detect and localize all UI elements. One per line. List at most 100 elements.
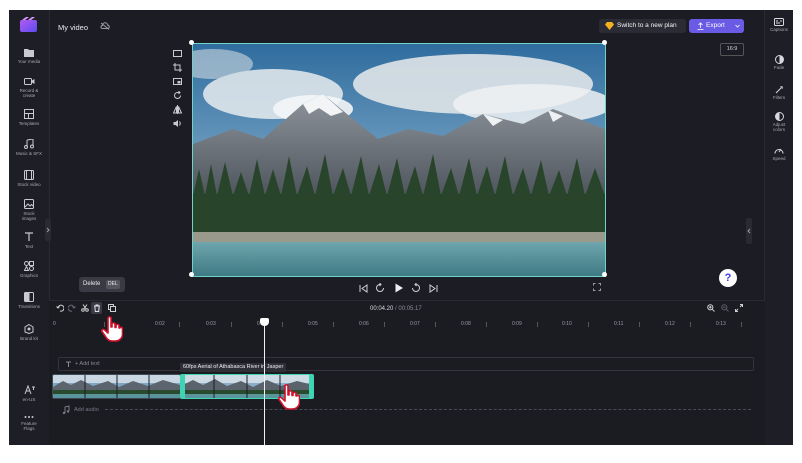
sidebar-item-label: Music & SFX xyxy=(15,151,42,156)
tick-label: 0 xyxy=(53,321,56,327)
sidebar-item-adjust-colors[interactable]: Adjust colors xyxy=(765,112,793,132)
timecode: 00:04.20 / 00:05.17 xyxy=(370,306,422,312)
add-text-label: + Add text xyxy=(75,361,100,367)
sidebar-item-fade[interactable]: Fade xyxy=(765,55,793,70)
sidebar-item-label: Transitions xyxy=(18,304,40,309)
video-editor-window: Your media Record & create Templates Mus… xyxy=(9,10,793,445)
volume-tool[interactable] xyxy=(173,115,183,127)
clip-trim-handle-left[interactable] xyxy=(181,375,185,398)
sidebar-item-text[interactable]: Text xyxy=(9,232,49,249)
hand-cursor-icon xyxy=(101,316,123,342)
sidebar-item-speed[interactable]: Speed xyxy=(765,146,793,161)
video-clip-1[interactable] xyxy=(52,374,181,399)
sidebar-item-filters[interactable]: Filters xyxy=(765,85,793,100)
tick-mark xyxy=(333,322,334,327)
crop-tool[interactable] xyxy=(173,59,183,72)
delete-tooltip: Delete DEL xyxy=(79,277,125,292)
resize-handle-bl[interactable] xyxy=(189,272,194,277)
duplicate-icon[interactable] xyxy=(108,304,116,312)
collapse-right-panel-button[interactable] xyxy=(746,218,752,244)
export-label: Export xyxy=(706,22,725,29)
resize-handle-br[interactable] xyxy=(602,272,607,277)
export-button[interactable]: Export xyxy=(689,19,744,33)
sidebar-item-label: Stock images xyxy=(21,211,37,221)
flip-tool[interactable] xyxy=(172,101,183,114)
resize-handle-tr[interactable] xyxy=(602,40,607,45)
forward-button[interactable] xyxy=(411,280,421,298)
tick-mark xyxy=(435,322,436,327)
tick-label: 0:02 xyxy=(155,321,165,327)
tick-label: 0:10 xyxy=(562,321,572,327)
trash-icon xyxy=(93,304,100,312)
pip-tool[interactable] xyxy=(173,73,183,85)
undo-icon[interactable] xyxy=(56,304,64,312)
add-text-lane[interactable]: + Add text xyxy=(58,357,754,371)
diamond-icon xyxy=(605,22,614,30)
switch-plan-label: Switch to a new plan xyxy=(617,22,677,29)
skip-forward-icon xyxy=(429,284,438,293)
collapse-left-panel-button[interactable] xyxy=(45,219,51,241)
sidebar-item-stock-video[interactable]: Stock video xyxy=(9,170,49,187)
fullscreen-icon[interactable] xyxy=(593,283,601,291)
mountain-landscape-frame xyxy=(193,44,605,276)
tick-mark xyxy=(282,322,283,327)
sidebar-item-label: Graphics xyxy=(19,273,38,278)
delete-button[interactable] xyxy=(91,302,102,314)
filters-icon xyxy=(775,86,783,94)
chevron-left-icon xyxy=(747,228,751,234)
rewind-button[interactable] xyxy=(375,280,385,298)
sidebar-item-music[interactable]: Music & SFX xyxy=(9,139,49,156)
sidebar-item-templates[interactable]: Templates xyxy=(9,109,49,126)
play-icon xyxy=(395,283,403,293)
project-title[interactable]: My video xyxy=(58,23,88,32)
sidebar-item-transitions[interactable]: Transitions xyxy=(9,292,49,309)
aspect-ratio-button[interactable]: 16:9 xyxy=(720,43,744,56)
rotate-tool[interactable] xyxy=(173,87,183,99)
image-icon xyxy=(24,199,34,209)
sidebar-item-feature-flags[interactable]: Feature Flags xyxy=(9,415,49,431)
fade-icon xyxy=(774,55,784,64)
switch-plan-button[interactable]: Switch to a new plan xyxy=(599,19,686,33)
clip-title: 60fps Aerial of Athabasca River in Jaspe… xyxy=(180,363,287,372)
fit-timeline-icon[interactable] xyxy=(735,304,743,312)
tick-label: 0:03 xyxy=(206,321,216,327)
scissors-icon[interactable] xyxy=(81,304,89,312)
total-time: / 00:05.17 xyxy=(395,306,422,312)
tick-mark xyxy=(384,322,385,327)
more-icon xyxy=(24,416,34,418)
tooltip-shortcut: DEL xyxy=(106,280,120,289)
fit-tool[interactable] xyxy=(173,45,183,57)
app-logo[interactable] xyxy=(20,17,37,32)
sidebar-item-stock-images[interactable]: Stock images xyxy=(9,199,49,221)
resize-handle-tl[interactable] xyxy=(189,40,194,45)
tick-mark xyxy=(639,322,640,327)
tick-label: 0:06 xyxy=(359,321,369,327)
help-button[interactable]: ? xyxy=(719,269,737,287)
fit-icon xyxy=(173,50,182,57)
captions-icon xyxy=(774,18,784,26)
templates-icon xyxy=(24,109,34,119)
current-time: 00:04.20 xyxy=(370,306,394,312)
play-button[interactable] xyxy=(394,280,404,298)
sidebar-item-graphics[interactable]: Graphics xyxy=(9,261,49,278)
video-preview[interactable] xyxy=(192,43,606,277)
sidebar-item-record-create[interactable]: Record & create xyxy=(9,77,49,98)
sidebar-item-captions[interactable]: Captions xyxy=(765,18,793,32)
zoom-in-icon[interactable] xyxy=(707,304,715,312)
sidebar-item-label: Text xyxy=(24,244,34,249)
sidebar-item-your-media[interactable]: Your media xyxy=(9,48,49,64)
playhead-line[interactable] xyxy=(264,323,265,445)
redo-icon[interactable] xyxy=(68,304,76,312)
skip-forward-button[interactable] xyxy=(429,280,438,298)
sidebar-item-language[interactable]: en-US xyxy=(9,385,49,402)
sidebar-item-brand-kit[interactable]: Brand kit xyxy=(9,324,49,341)
sidebar-item-label: Adjust colors xyxy=(772,122,786,132)
sidebar-item-label: Filters xyxy=(772,95,786,100)
zoom-out-icon[interactable] xyxy=(721,304,729,312)
skip-back-button[interactable] xyxy=(359,280,368,298)
clip-trim-handle-right[interactable] xyxy=(309,375,313,398)
playhead-handle[interactable] xyxy=(260,318,269,326)
chevron-right-icon xyxy=(46,227,50,233)
tick-mark xyxy=(179,322,180,327)
tick-label: 0:11 xyxy=(614,321,624,327)
